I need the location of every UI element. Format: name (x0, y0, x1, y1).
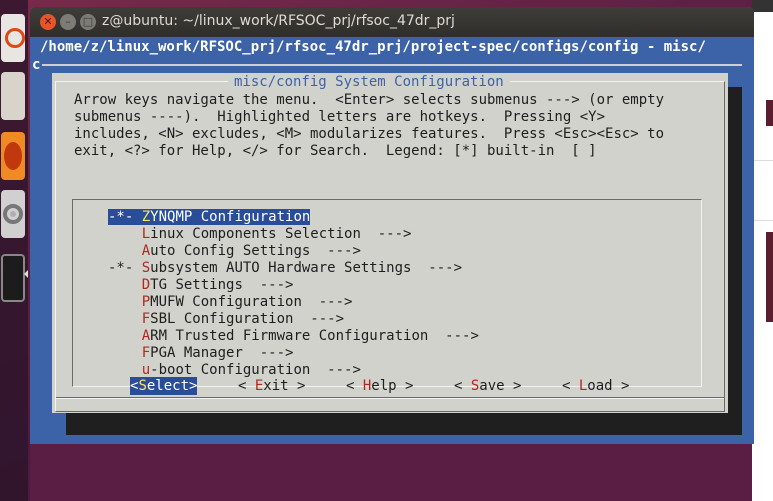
select-button[interactable]: <Select> (130, 377, 198, 395)
window-title: z@ubuntu: ~/linux_work/RFSOC_prj/rfsoc_4… (102, 13, 455, 29)
close-icon[interactable]: ✕ (40, 14, 56, 30)
menu-item-submenu-arrow: ---> (242, 277, 294, 293)
menu-item-state: -*- (108, 260, 142, 276)
menu-item-label: ubsystem AUTO Hardware Settings (150, 260, 412, 276)
menu-item-label: TG Settings (150, 277, 243, 293)
menuconfig-dialog: misc/config System Configuration Arrow k… (52, 73, 728, 413)
menu-item-label: YNQMP Configuration (150, 209, 311, 225)
ubuntu-software-icon[interactable] (1, 14, 25, 62)
menu-item-hotkey: F (141, 311, 151, 327)
menu-item-label: RM Trusted Firmware Configuration (150, 328, 429, 344)
button-hotkey: S (138, 378, 147, 394)
menu-item-state (108, 362, 142, 378)
menu-item-label: inux Components Selection (150, 226, 361, 242)
config-path-continuation: c (32, 57, 41, 73)
menu-item[interactable]: ARM Trusted Firmware Configuration ---> (108, 328, 688, 345)
config-path: /home/z/linux_work/RFSOC_prj/rfsoc_47dr_… (40, 39, 706, 55)
menu-item-hotkey: A (141, 328, 151, 344)
menu-item-submenu-arrow: ---> (242, 345, 294, 361)
menu-item-label: uto Config Settings (150, 243, 311, 259)
menu-item-label: PGA Manager (150, 345, 243, 361)
menu-item-submenu-arrow: ---> (310, 243, 361, 259)
files-icon[interactable] (1, 72, 25, 120)
menu-item-state (108, 328, 142, 344)
menu-item-submenu-arrow: ---> (360, 226, 412, 242)
menu-item[interactable]: FPGA Manager ---> (108, 345, 688, 362)
menu-item-label: SBL Configuration (150, 311, 294, 327)
menu-item-submenu-arrow: ---> (428, 328, 479, 344)
desktop-lower (30, 444, 752, 501)
menu-item-hotkey: u (141, 362, 151, 378)
firefox-icon[interactable] (1, 132, 25, 180)
menu-item-hotkey: D (141, 277, 151, 293)
menu-item-state (108, 243, 142, 259)
menu-item[interactable]: Linux Components Selection ---> (108, 226, 688, 243)
menu-item[interactable]: FSBL Configuration ---> (108, 311, 688, 328)
dialog-title: misc/config System Configuration (228, 73, 510, 91)
menu-item-submenu-arrow: ---> (293, 311, 345, 327)
menu-item-hotkey: S (141, 260, 151, 276)
menu-item-hotkey: Z (141, 209, 151, 225)
menu-item-submenu-arrow: ---> (411, 260, 463, 276)
help-button[interactable]: < Help > (346, 377, 413, 395)
maximize-icon[interactable]: □ (80, 14, 96, 30)
menu-item-label: -boot Configuration (150, 362, 311, 378)
menu-item[interactable]: -*- Subsystem AUTO Hardware Settings ---… (108, 260, 688, 277)
menu-list: -*- ZYNQMP Configuration Linux Component… (108, 209, 688, 379)
help-text: Arrow keys navigate the menu. <Enter> se… (74, 92, 665, 159)
system-settings-icon[interactable] (1, 190, 25, 238)
exit-button[interactable]: < Exit > (238, 377, 305, 395)
menu-item-submenu-arrow: ---> (310, 362, 361, 378)
save-button[interactable]: < Save > (454, 377, 521, 395)
menu-item[interactable]: -*- ZYNQMP Configuration (108, 209, 688, 226)
menu-item[interactable]: DTG Settings ---> (108, 277, 688, 294)
menu-item-state: -*- (108, 209, 142, 225)
header-divider (42, 64, 742, 66)
minimize-icon[interactable]: – (60, 14, 76, 30)
window-titlebar[interactable]: ✕ – □ z@ubuntu: ~/linux_work/RFSOC_prj/r… (30, 7, 754, 37)
menu-item-hotkey: L (141, 226, 151, 242)
active-indicator-icon (24, 270, 28, 278)
load-button[interactable]: < Load > (562, 377, 629, 395)
menu-item-hotkey: F (141, 345, 151, 361)
menu-item-state (108, 226, 142, 242)
menu-item-hotkey: P (141, 294, 151, 310)
launcher (0, 0, 28, 501)
terminal-window: ✕ – □ z@ubuntu: ~/linux_work/RFSOC_prj/r… (30, 7, 754, 444)
button-bar: <Select> < Exit > < Help > < Save > < Load > (30, 377, 706, 395)
menu-item[interactable]: Auto Config Settings ---> (108, 243, 688, 260)
background-window (752, 0, 773, 501)
menu-item[interactable]: PMUFW Configuration ---> (108, 294, 688, 311)
menu-item-state (108, 311, 142, 327)
terminal-icon[interactable] (1, 254, 25, 302)
menu-item-state (108, 294, 142, 310)
terminal-area[interactable]: /home/z/linux_work/RFSOC_prj/rfsoc_47dr_… (30, 37, 754, 444)
menu-item-label: MUFW Configuration (150, 294, 302, 310)
menu-item-state (108, 345, 142, 361)
menu-item-hotkey: A (141, 243, 151, 259)
menu-item-state (108, 277, 142, 293)
menu-item-submenu-arrow: ---> (301, 294, 353, 310)
